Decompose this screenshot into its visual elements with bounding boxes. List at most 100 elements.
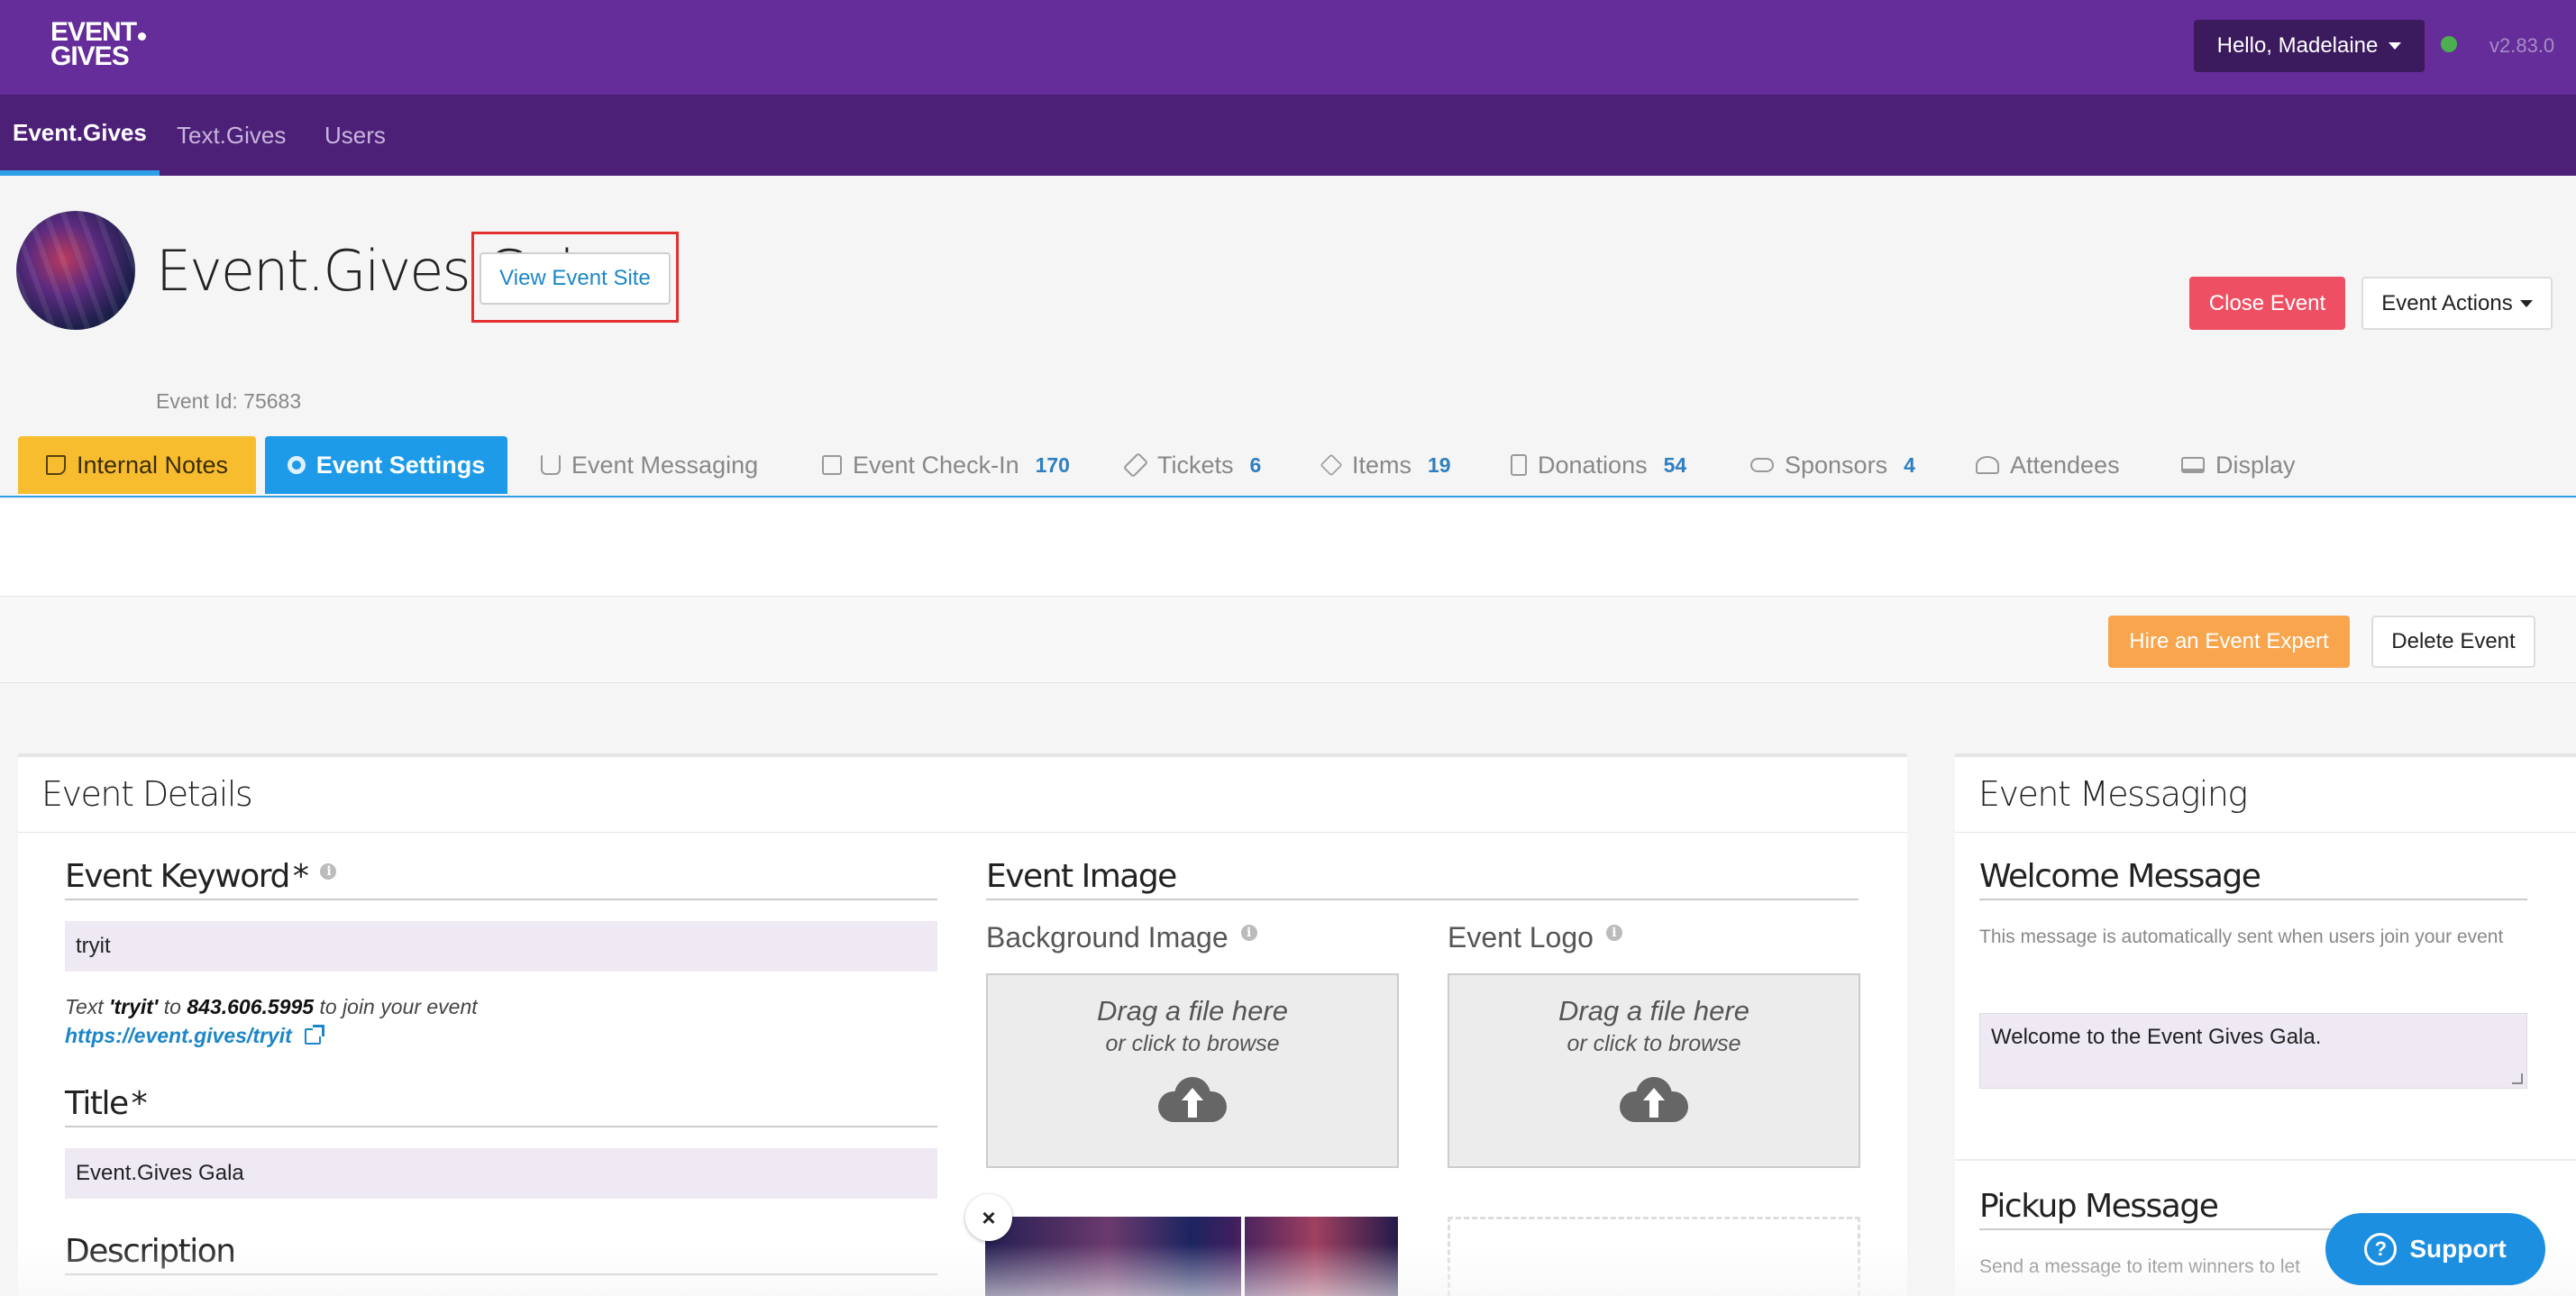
- user-menu-button[interactable]: Hello, Madelaine: [2194, 20, 2425, 72]
- event-logo-label: Event Logo i: [1448, 921, 1622, 954]
- title-input[interactable]: Event.Gives Gala: [65, 1148, 937, 1199]
- nav-users[interactable]: Users: [312, 95, 398, 176]
- tab-count: 19: [1428, 452, 1451, 477]
- tab-internal-notes[interactable]: Internal Notes: [18, 436, 256, 494]
- help-prefix: Text: [65, 995, 110, 1018]
- tab-event-messaging[interactable]: Event Messaging: [541, 436, 758, 494]
- info-icon[interactable]: i: [320, 863, 337, 880]
- users-icon: [1976, 456, 1999, 474]
- support-button[interactable]: ? Support: [2325, 1213, 2545, 1285]
- close-event-button[interactable]: Close Event: [2189, 277, 2345, 330]
- cloud-upload-icon: [1620, 1077, 1688, 1122]
- logo-text-line2: GIVES: [50, 41, 130, 71]
- tab-display[interactable]: Display: [2181, 436, 2296, 494]
- tab-count: 6: [1249, 452, 1262, 477]
- required-marker: *: [131, 1085, 148, 1122]
- receipt-icon: [1511, 454, 1527, 476]
- info-icon[interactable]: i: [1240, 925, 1257, 942]
- dropzone-title: Drag a file here: [1558, 995, 1749, 1027]
- tab-label: Sponsors: [1785, 451, 1888, 479]
- keyword-help-text: Text 'tryit' to 843.606.5995 to join you…: [65, 995, 478, 1019]
- welcome-message-label: Welcome Message: [1979, 858, 2527, 900]
- tab-label: Event Messaging: [571, 451, 759, 479]
- content-band: [0, 499, 2576, 597]
- external-link-icon: [304, 1025, 324, 1045]
- help-suffix: to join your event: [314, 995, 478, 1018]
- tab-event-settings[interactable]: Event Settings: [265, 436, 507, 494]
- nav-event-gives[interactable]: Event.Gives: [0, 95, 160, 176]
- background-image-thumbnail: [985, 1217, 1398, 1296]
- background-image-label: Background Image i: [986, 921, 1257, 954]
- tab-label: Items: [1352, 451, 1412, 479]
- event-gives-logo[interactable]: EVENT GIVES: [50, 19, 147, 71]
- event-actions-label: Event Actions: [2381, 290, 2513, 315]
- event-logo-dropzone[interactable]: Drag a file here or click to browse: [1448, 973, 1860, 1168]
- tab-donations[interactable]: Donations 54: [1511, 436, 1686, 494]
- monitor-icon: [2181, 457, 2205, 473]
- divider: [1955, 1159, 2576, 1161]
- cloud-upload-icon: [1158, 1077, 1227, 1122]
- user-menu-label: Hello, Madelaine: [2216, 33, 2379, 58]
- help-phone-number: 843.606.5995: [187, 995, 315, 1018]
- tab-label: Tickets: [1157, 451, 1234, 479]
- app-version: v2.83.0: [2489, 34, 2555, 57]
- tab-label: Event Settings: [315, 451, 486, 479]
- background-image-dropzone[interactable]: Drag a file here or click to browse: [986, 973, 1399, 1168]
- inbox-icon: [541, 455, 561, 475]
- tab-label: Event Check-In: [853, 451, 1019, 479]
- logo-dot-icon: [138, 32, 147, 41]
- welcome-message-description: This message is automatically sent when …: [1979, 926, 2504, 947]
- nav-text-gives[interactable]: Text.Gives: [164, 95, 298, 176]
- welcome-message-textarea[interactable]: Welcome to the Event Gives Gala.: [1979, 1013, 2527, 1089]
- event-keyword-label-text: Event Keyword: [65, 858, 290, 895]
- tab-label: Donations: [1538, 451, 1648, 479]
- tab-attendees[interactable]: Attendees: [1976, 436, 2120, 494]
- top-bar: EVENT GIVES Hello, Madelaine v2.83.0: [0, 0, 2576, 95]
- event-messaging-heading: Event Messaging: [1955, 757, 2576, 833]
- tab-label: Internal Notes: [76, 451, 229, 479]
- event-logo-placeholder: [1448, 1217, 1860, 1296]
- support-label: Support: [2409, 1235, 2507, 1263]
- event-image-label: Event Image: [986, 858, 1859, 900]
- handshake-icon: [1750, 458, 1774, 472]
- event-tabs: Internal Notes Event Settings Event Mess…: [0, 436, 2576, 497]
- title-label-text: Title: [65, 1085, 129, 1122]
- gear-icon: [287, 456, 306, 474]
- tab-event-check-in[interactable]: Event Check-In 170: [822, 436, 1070, 494]
- tab-items[interactable]: Items 19: [1320, 436, 1451, 494]
- online-status-indicator: [2441, 36, 2457, 52]
- event-link-text: https://event.gives/tryit: [65, 1024, 292, 1047]
- event-logo-label-text: Event Logo: [1448, 921, 1594, 954]
- tab-label: Attendees: [2010, 451, 2120, 479]
- dropzone-subtitle: or click to browse: [1567, 1031, 1741, 1056]
- description-label: Description: [65, 1233, 937, 1275]
- tab-count: 54: [1663, 452, 1687, 477]
- tab-tickets[interactable]: Tickets 6: [1122, 436, 1262, 494]
- event-site-link[interactable]: https://event.gives/tryit: [65, 1024, 324, 1048]
- tab-label: Display: [2215, 451, 2296, 479]
- event-keyword-input[interactable]: tryit: [65, 921, 937, 972]
- dropzone-subtitle: or click to browse: [1105, 1031, 1280, 1056]
- question-icon: ?: [2364, 1233, 2398, 1265]
- title-label: Title *: [65, 1085, 937, 1127]
- delete-event-button[interactable]: Delete Event: [2371, 616, 2535, 668]
- hire-event-expert-button[interactable]: Hire an Event Expert: [2108, 616, 2350, 668]
- pickup-message-description: Send a message to item winners to let: [1979, 1256, 2301, 1277]
- tab-count: 4: [1904, 452, 1915, 477]
- event-keyword-label: Event Keyword * i: [65, 858, 937, 900]
- event-actions-dropdown[interactable]: Event Actions: [2361, 277, 2553, 330]
- info-icon[interactable]: i: [1605, 925, 1622, 942]
- event-avatar: [16, 211, 135, 330]
- caret-down-icon: [2519, 299, 2533, 307]
- tab-count: 170: [1035, 452, 1070, 477]
- ticket-icon: [1122, 452, 1149, 479]
- event-id: Event Id: 75683: [156, 389, 302, 413]
- remove-image-button[interactable]: ×: [965, 1194, 1012, 1241]
- tab-sponsors[interactable]: Sponsors 4: [1750, 436, 1915, 494]
- note-icon: [45, 455, 66, 475]
- clipboard-icon: [822, 455, 842, 475]
- help-mid: to: [158, 995, 187, 1018]
- background-image-label-text: Background Image: [986, 921, 1229, 954]
- view-event-site-button[interactable]: View Event Site: [480, 252, 671, 305]
- help-keyword: 'tryit': [109, 995, 159, 1018]
